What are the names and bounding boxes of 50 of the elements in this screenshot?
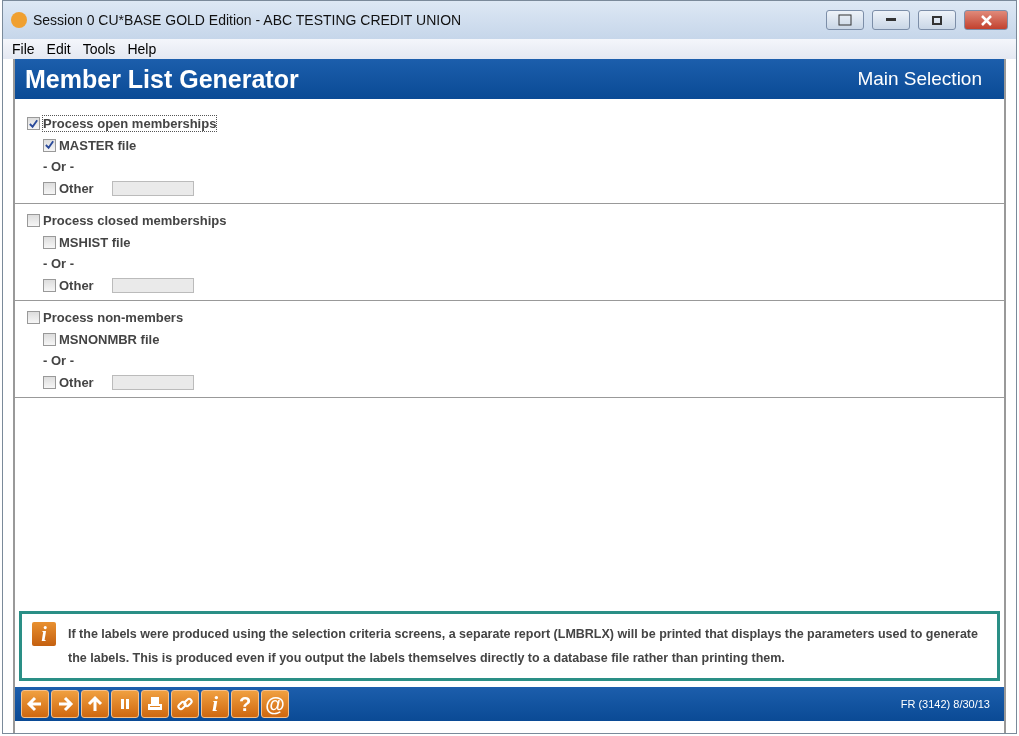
close-icon <box>980 14 992 26</box>
toolbar-button[interactable] <box>81 690 109 718</box>
menu-item[interactable]: File <box>7 41 40 57</box>
info-text: If the labels were produced using the selection criteria screens, a separate report (LMBRLX) will be printed that displays the parameters used to generate the labels. This is produced even if you output the labels themselves directly to a database file rather than printing them. <box>68 626 979 667</box>
input-field[interactable] <box>112 277 194 293</box>
checkbox[interactable] <box>43 138 56 152</box>
checkbox-label: Other <box>59 180 95 196</box>
checkbox[interactable] <box>27 117 40 131</box>
status-text: FR (3142) 8/30/13 <box>900 698 991 710</box>
menu-item[interactable]: Tools <box>77 41 121 57</box>
page-title: Member List Generator <box>25 64 299 94</box>
menu-item[interactable]: Edit <box>41 41 76 57</box>
up-arrow-icon <box>85 694 105 714</box>
page-subtitle: Main Selection <box>857 68 982 90</box>
window-title: Session 0 CU*BASE GOLD Edition - ABC TESTING CREDIT UNION <box>33 12 463 28</box>
menu-item[interactable]: Help <box>122 41 162 57</box>
input-field[interactable] <box>112 180 194 196</box>
checkbox-label: Other <box>59 277 95 293</box>
minimize-icon <box>886 18 896 22</box>
app-logo-icon <box>11 12 27 28</box>
checkbox-label: Process open memberships <box>43 116 217 132</box>
checkbox[interactable] <box>27 311 40 325</box>
checkbox-label: Process closed memberships <box>43 213 227 229</box>
checkbox-label: MSNONMBR file <box>59 331 160 347</box>
checkbox[interactable] <box>43 235 56 249</box>
or-separator: - Or - <box>43 159 75 175</box>
checkbox[interactable] <box>43 278 56 292</box>
checkbox[interactable] <box>43 332 56 346</box>
checkbox[interactable] <box>27 214 40 228</box>
checkbox-label: Process non-members <box>43 310 184 326</box>
toolbar-button[interactable] <box>21 690 49 718</box>
toolbar-button[interactable] <box>171 690 199 718</box>
checkbox[interactable] <box>43 181 56 195</box>
maximize-button[interactable] <box>918 10 956 30</box>
checkbox-label: Other <box>59 374 95 390</box>
close-button[interactable] <box>964 10 1008 30</box>
input-field[interactable] <box>112 374 194 390</box>
or-separator: - Or - <box>43 353 75 369</box>
toolbar-button[interactable] <box>111 690 139 718</box>
toolbar-button[interactable] <box>51 690 79 718</box>
info-icon: i <box>32 622 56 646</box>
maximize-icon <box>932 15 942 25</box>
checkbox-label: MSHIST file <box>59 234 131 250</box>
minimize-button[interactable] <box>872 10 910 30</box>
window-button[interactable] <box>826 10 864 30</box>
or-separator: - Or - <box>43 256 75 272</box>
window-icon <box>838 14 852 26</box>
checkbox[interactable] <box>43 375 56 389</box>
toolbar-button[interactable] <box>141 690 169 718</box>
checkbox-label: MASTER file <box>59 137 137 153</box>
